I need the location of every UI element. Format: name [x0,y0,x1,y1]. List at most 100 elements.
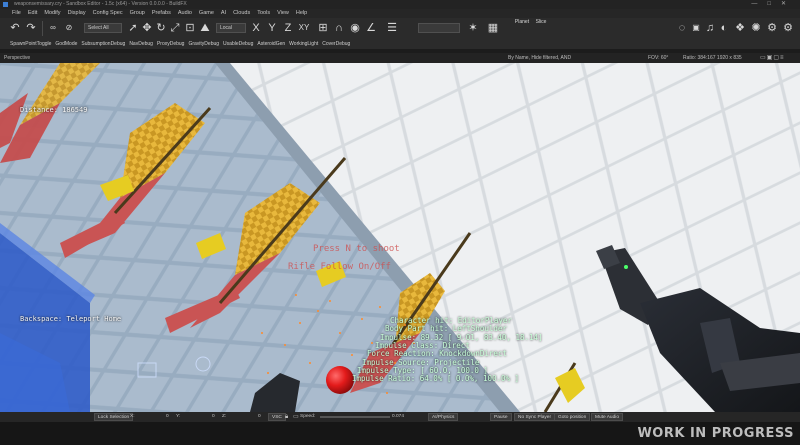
subsumption-debug-button[interactable]: SubsumptionDebug [79,40,127,49]
window-title: weaponsemissary.cry - Sandbox Editor - 1… [14,1,187,7]
working-light-button[interactable]: WorkingLight [287,40,320,49]
minimize-button[interactable]: — [751,1,767,7]
slice-button[interactable]: Slice [533,18,549,34]
menu-prefabs[interactable]: Prefabs [148,9,174,18]
maximize-button[interactable]: □ [767,1,781,7]
particles-icon[interactable]: ✺ [750,20,762,36]
menu-audio[interactable]: Audio [174,9,195,18]
coord-system-dropdown[interactable]: Local [216,23,246,33]
viewport-title: Perspective [4,55,31,61]
ui-icon[interactable]: ▣ [690,20,702,36]
menu-file[interactable]: File [0,9,24,18]
menu-group[interactable]: Group [126,9,148,18]
viewport-options-icon[interactable]: ▭▣▢≡ [760,53,785,63]
render-icon[interactable]: ▦ [486,20,500,36]
planet-button[interactable]: Planet [512,18,532,34]
hit-info-line: Body Part hit: LeftShoulder [385,324,507,333]
proxy-debug-button[interactable]: ProxyDebug [155,40,187,49]
menu-view[interactable]: View [274,9,293,18]
follow-hint: Rifle Follow On/Off [288,262,391,272]
link-icon[interactable]: ∞ [46,20,60,36]
scale-icon[interactable]: ⤢ [168,20,182,36]
bottom-strip: WORK IN PROGRESS [0,422,800,445]
snap-icon[interactable]: ⊡ [183,20,197,36]
goto-position-button[interactable]: Goto position [554,413,591,421]
pause-button[interactable]: Pause [490,413,512,421]
axis-xy-button[interactable]: XY [296,20,312,36]
audio-icon[interactable]: ♫ [704,20,716,36]
menu-bar: File Edit Modify Display Config Spec Group Pre… [0,9,800,18]
layer-dropdown[interactable] [418,23,460,33]
z-value[interactable]: 0 [258,413,261,421]
speed-slider[interactable] [320,416,390,418]
menu-edit[interactable]: Edit [24,9,40,18]
y-value[interactable]: 0 [212,413,215,421]
cover-debug-button[interactable]: CoverDebug [320,40,352,49]
undo-icon[interactable]: ↶ [8,20,22,36]
gravity-debug-button[interactable]: GravityDebug [186,40,221,49]
menu-tools[interactable]: Tools [254,9,274,18]
lock-selection-button[interactable]: Lock Selection [94,413,134,421]
z-label: Z: [222,414,227,419]
unlink-icon[interactable]: ⊘ [62,20,76,36]
menu-display[interactable]: Display [64,9,89,18]
axis-y-button[interactable]: Y [266,20,278,36]
mute-audio-button[interactable]: Mute Audio [591,413,624,421]
filter-dropdown[interactable]: By Name, Hide filtered, AND [508,53,571,63]
menu-help[interactable]: Help [292,9,310,18]
lua-icon[interactable]: ◌ [676,20,688,36]
hit-info-line: Force Reaction: KnockdownDirect [367,349,507,358]
no-sync-player-button[interactable]: No Sync Player [514,413,556,421]
grid-icon[interactable]: ⊞ [316,20,330,36]
menu-ai[interactable]: AI [217,9,229,18]
title-bar: weaponsemissary.cry - Sandbox Editor - 1… [0,0,800,9]
ruler-icon[interactable]: ▭ [293,413,299,421]
terrain-icon[interactable]: ⛰ [198,20,212,36]
settings-icon[interactable]: ⚙ [766,20,778,36]
menu-modify[interactable]: Modify [41,9,64,18]
magnet-icon[interactable]: ∩ [332,20,346,36]
asteroid-gen-button[interactable]: AsteroidGen [255,40,287,49]
x-value[interactable]: 0 [166,413,169,421]
nav-debug-button[interactable]: NavDebug [127,40,155,49]
main-toolbar: ↶ ↷ ∞ ⊘ Select All ➚ ✥ ↻ ⤢ ⊡ ⛰ Local X Y… [0,18,800,40]
menu-clouds[interactable]: Clouds [230,9,254,18]
status-bar: Lock Selection X: 0 Y: 0 Z: 0 VSC 🔒︎ ▭ S… [0,412,800,422]
menu-game[interactable]: Game [195,9,217,18]
window-controls: —□✕ [751,0,796,9]
usable-debug-button[interactable]: UsableDebug [221,40,255,49]
hit-info-line: Impulse Ratio: 64.0% [ 0.0%, 100.0% ] [352,374,520,383]
entity-icon[interactable]: ❖ [734,20,746,36]
toolbar-separator [42,21,43,36]
teleport-hint: Backspace: Teleport Home [20,315,122,323]
ai-physics-button[interactable]: AI/Physics [428,413,459,421]
spawn-point-toggle-button[interactable]: SpawnPointToggle [0,40,53,49]
viewport-3d[interactable]: Distance: 186549 Backspace: Teleport Hom… [0,63,800,412]
list-icon[interactable]: ☰ [385,20,399,36]
speed-label: Speed: [300,414,316,419]
select-mode-dropdown[interactable]: Select All [84,23,122,33]
viewport-header: Perspective By Name, Hide filtered, AND … [0,53,800,63]
axis-z-button[interactable]: Z [282,20,294,36]
distance-readout: Distance: 186549 [20,106,88,114]
app-logo-icon [3,2,8,7]
material-icon[interactable]: ◐ [718,20,730,36]
move-icon[interactable]: ✥ [140,20,154,36]
y-label: Y: [176,414,181,419]
speed-value[interactable]: 0.074 [392,413,404,421]
work-in-progress-watermark: WORK IN PROGRESS [637,426,794,441]
gear-icon[interactable]: ⚙ [782,20,794,36]
vsc-button[interactable]: VSC [268,413,286,421]
close-button[interactable]: ✕ [781,1,796,7]
axis-x-button[interactable]: X [250,20,262,36]
rotate-icon[interactable]: ↻ [154,20,168,36]
menu-config-spec[interactable]: Config Spec [89,9,126,18]
ratio-readout: Ratio: 384:167 1920 x 835 [683,55,742,61]
lock-icon[interactable]: 🔒︎ [285,413,288,421]
redo-icon[interactable]: ↷ [24,20,38,36]
physics-icon[interactable]: ✶ [466,20,480,36]
camera-icon[interactable]: ◉ [348,20,362,36]
select-icon[interactable]: ➚ [126,20,140,36]
snap-angle-icon[interactable]: ∠ [364,20,378,36]
god-mode-button[interactable]: GodMode [53,40,79,49]
